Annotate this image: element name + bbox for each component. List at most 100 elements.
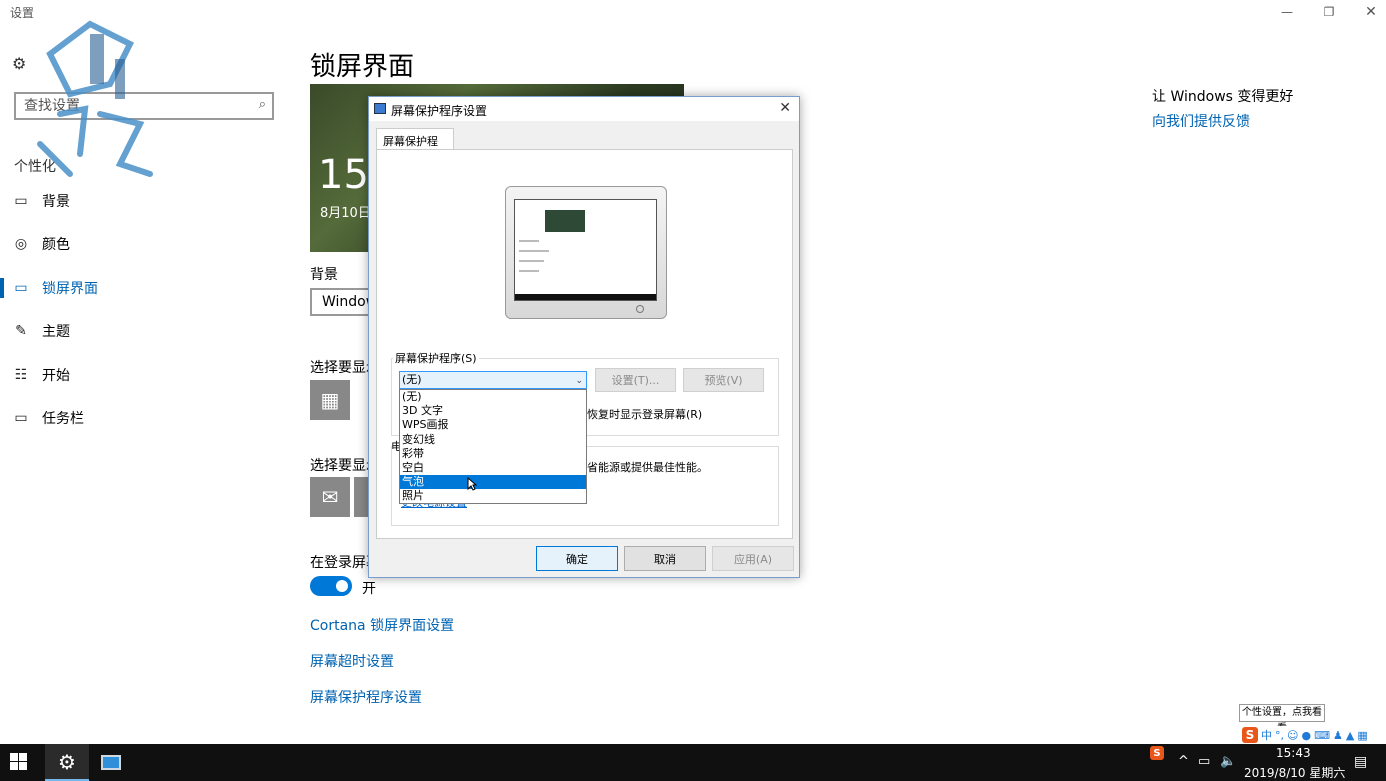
ok-button[interactable]: 确定 — [536, 546, 618, 571]
punctuation-icon[interactable]: °, — [1275, 729, 1284, 742]
minimize-button[interactable]: — — [1264, 0, 1310, 24]
preview-line — [519, 250, 549, 252]
user-icon[interactable]: ♟ — [1333, 729, 1343, 742]
dropdown-option-highlighted[interactable]: 气泡 — [400, 475, 586, 490]
mouse-cursor-icon — [467, 477, 477, 491]
palette-icon: ◎ — [14, 236, 28, 252]
settings-button[interactable]: 设置(T)... — [595, 368, 676, 392]
volume-icon[interactable]: 🔈 — [1220, 754, 1236, 769]
sidebar-item-label: 锁屏界面 — [42, 281, 98, 297]
microphone-icon[interactable]: ● — [1301, 729, 1311, 742]
active-indicator — [0, 365, 4, 385]
watermark-graphic — [37, 20, 153, 177]
dialog-titlebar: 屏幕保护程序设置 ✕ — [369, 97, 799, 121]
active-indicator — [0, 234, 4, 254]
app-tile[interactable] — [354, 477, 368, 517]
active-indicator — [0, 321, 4, 341]
calendar-icon[interactable]: ▦ — [310, 380, 350, 420]
ime-language-indicator[interactable]: 中 — [1261, 727, 1272, 743]
apply-button[interactable]: 应用(A) — [712, 546, 794, 571]
cancel-button[interactable]: 取消 — [624, 546, 706, 571]
maximize-button[interactable]: ❐ — [1306, 0, 1352, 24]
settings-app-gear-icon[interactable]: ⚙ — [45, 744, 89, 781]
preview-button[interactable]: 预览(V) — [683, 368, 764, 392]
tray-chevron-up-icon[interactable]: ^ — [1178, 754, 1189, 769]
ime-tooltip: 个性设置，点我看看 — [1239, 704, 1325, 734]
resume-login-text: 恢复时显示登录屏幕(R) — [587, 408, 703, 421]
emoji-icon[interactable]: ☺ — [1287, 729, 1298, 742]
active-indicator — [0, 191, 4, 211]
active-indicator — [0, 278, 4, 298]
tab-panel: 屏幕保护程序(S) (无) ⌄ 设置(T)... 预览(V) 恢复时显示登录屏幕… — [376, 149, 793, 539]
windows-start-icon[interactable] — [10, 753, 28, 771]
screensaver-label: 屏幕保护程序(S) — [393, 350, 479, 366]
taskbar: ⚙ S ^ ▭ 🔈 15:43 2019/8/10 星期六 ▤ — [0, 744, 1386, 781]
screensaver-app-monitor-icon[interactable] — [89, 744, 133, 781]
background-label: 背景 — [310, 267, 338, 283]
chevron-down-icon: ⌄ — [575, 376, 583, 386]
clock-date[interactable]: 2019/8/10 星期六 — [1244, 764, 1345, 781]
cortana-settings-link[interactable]: Cortana 锁屏界面设置 — [310, 615, 454, 635]
screensaver-settings-link[interactable]: 屏幕保护程序设置 — [310, 687, 422, 707]
toolbox-icon[interactable]: ▦ — [1357, 729, 1367, 742]
dropdown-option[interactable]: 照片 — [400, 489, 586, 503]
sidebar-item-label: 任务栏 — [42, 411, 84, 427]
preview-line — [519, 240, 539, 242]
dropdown-option[interactable]: 空白 — [400, 461, 586, 475]
improve-windows-title: 让 Windows 变得更好 — [1152, 89, 1294, 105]
dropdown-option[interactable]: (无) — [400, 390, 586, 404]
page-title: 锁屏界面 — [310, 52, 415, 82]
dropdown-option[interactable]: 3D 文字 — [400, 404, 586, 418]
preview-line — [519, 270, 539, 272]
monitor-icon — [374, 103, 386, 114]
screensaver-selected-value: (无) — [402, 373, 422, 386]
sidebar-item-colors[interactable]: ◎ 颜色 — [0, 224, 280, 264]
skin-icon[interactable]: ▲ — [1346, 729, 1354, 742]
tab-screensaver[interactable]: 屏幕保护程序 — [376, 128, 454, 164]
mail-icon[interactable]: ✉ — [310, 477, 350, 517]
search-icon[interactable]: ⌕ — [259, 97, 266, 112]
clock-time[interactable]: 15:43 — [1276, 746, 1311, 760]
power-description: 省能源或提供最佳性能。 — [587, 461, 708, 474]
sidebar-item-taskbar[interactable]: ▭ 任务栏 — [0, 398, 280, 438]
sidebar-item-start[interactable]: ☷ 开始 — [0, 355, 280, 395]
sidebar-item-label: 背景 — [42, 194, 70, 210]
theme-icon: ✎ — [15, 323, 27, 339]
preview-date: 8月10日 — [320, 206, 371, 221]
dialog-title: 屏幕保护程序设置 — [391, 104, 488, 118]
network-icon[interactable]: ▭ — [1198, 754, 1210, 769]
dropdown-option[interactable]: WPS画报 — [400, 418, 586, 432]
preview-taskbar — [515, 294, 656, 300]
preview-thumbnail — [545, 210, 585, 232]
sidebar-item-label: 颜色 — [42, 237, 70, 253]
screensaver-select[interactable]: (无) ⌄ — [399, 371, 587, 389]
picture-icon: ▭ — [14, 193, 28, 209]
close-button[interactable]: ✕ — [1348, 0, 1386, 24]
home-gear-icon[interactable]: ⚙ — [12, 54, 26, 73]
monitor-screen — [514, 199, 657, 301]
dialog-close-icon[interactable]: ✕ — [779, 100, 791, 116]
sidebar-item-lockscreen[interactable]: ▭ 锁屏界面 — [0, 268, 280, 308]
keyboard-icon[interactable]: ⌨ — [1314, 729, 1330, 742]
sidebar-item-themes[interactable]: ✎ 主题 — [0, 311, 280, 351]
monitor-preview — [505, 186, 667, 319]
lockscreen-icon: ▭ — [14, 280, 28, 296]
preview-line — [519, 260, 544, 262]
feedback-link[interactable]: 向我们提供反馈 — [1152, 111, 1250, 131]
sogou-tray-icon[interactable]: S — [1150, 746, 1164, 760]
sidebar-item-label: 开始 — [42, 368, 70, 384]
screen-timeout-link[interactable]: 屏幕超时设置 — [310, 651, 394, 671]
sogou-icon[interactable]: S — [1242, 727, 1258, 743]
active-indicator — [0, 408, 4, 428]
sidebar-item-label: 主题 — [42, 324, 70, 340]
dropdown-option[interactable]: 变幻线 — [400, 433, 586, 447]
login-background-toggle[interactable] — [310, 576, 352, 596]
screensaver-dropdown-list: (无) 3D 文字 WPS画报 变幻线 彩带 空白 气泡 照片 — [399, 389, 587, 504]
start-icon: ☷ — [14, 367, 28, 383]
monitor-power-button — [636, 305, 644, 313]
toggle-knob — [336, 580, 348, 592]
ime-toolbar[interactable]: S 中 °, ☺ ● ⌨ ♟ ▲ ▦ — [1240, 726, 1386, 744]
dropdown-option[interactable]: 彩带 — [400, 447, 586, 461]
notification-center-icon[interactable]: ▤ — [1354, 754, 1367, 770]
screensaver-dialog: 屏幕保护程序设置 ✕ 屏幕保护程序 屏幕保护程序(S) (无) ⌄ 设置(T).… — [368, 96, 800, 578]
